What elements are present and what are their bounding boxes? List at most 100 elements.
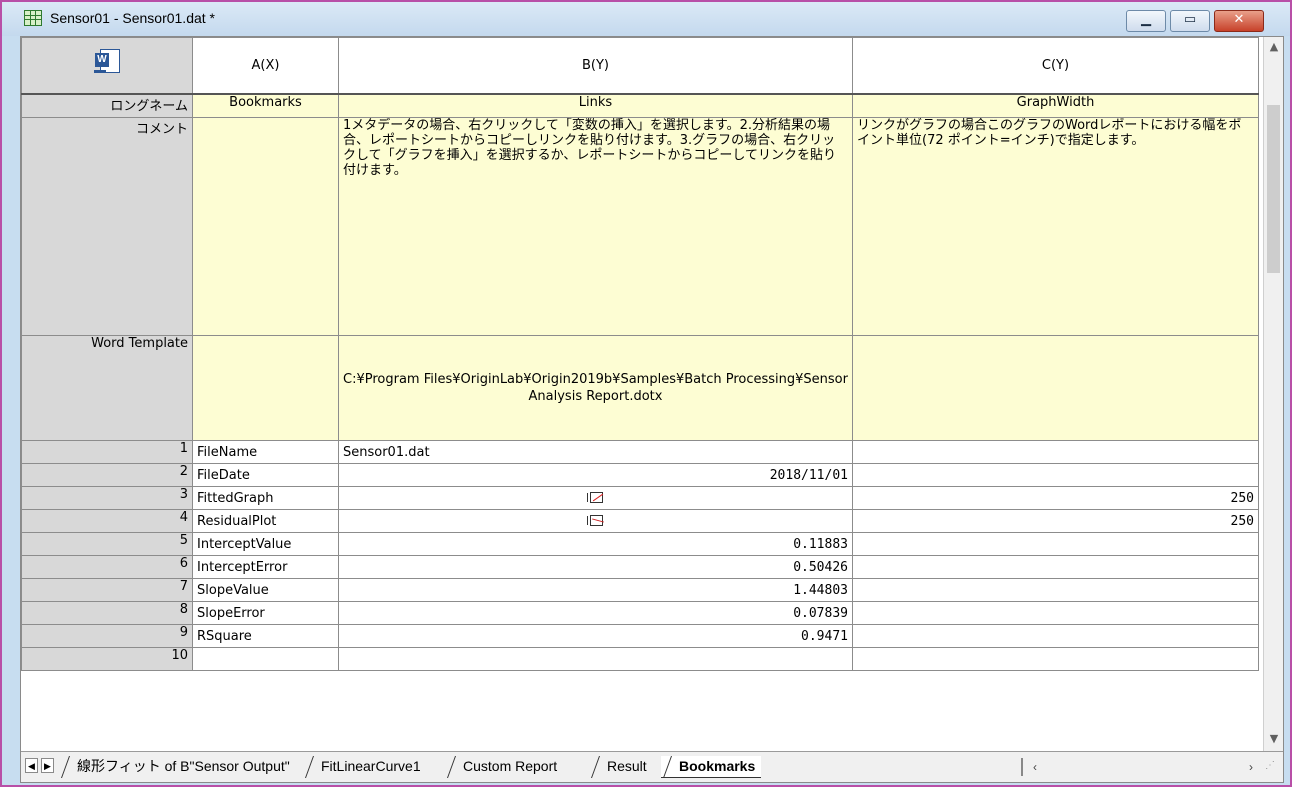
table-row: 6 InterceptError 0.50426 xyxy=(21,555,1259,579)
table-row: 9 RSquare 0.9471 xyxy=(21,624,1259,648)
word-template-a[interactable] xyxy=(192,335,339,441)
cell-b[interactable]: 0.9471 xyxy=(338,624,853,648)
close-icon: ✕ xyxy=(1233,12,1245,27)
tab-result[interactable]: Result xyxy=(589,756,653,778)
row-number[interactable]: 3 xyxy=(21,486,193,510)
tab-label: Bookmarks xyxy=(679,758,756,774)
column-header-a[interactable]: A(X) xyxy=(192,37,339,95)
close-button[interactable]: ✕ xyxy=(1214,10,1264,32)
graph-thumbnail-icon[interactable] xyxy=(586,491,605,505)
cell-a[interactable]: RSquare xyxy=(192,624,339,648)
vertical-scrollbar[interactable]: ▲ ▼ xyxy=(1263,37,1283,751)
table-row: 7 SlopeValue 1.44803 xyxy=(21,578,1259,602)
table-row: 10 xyxy=(21,647,1259,671)
cell-a[interactable]: FileName xyxy=(192,440,339,464)
minimize-icon: ▁ xyxy=(1141,12,1151,27)
workbook-icon xyxy=(24,10,42,26)
tab-label: FitLinearCurve1 xyxy=(321,758,421,774)
cell-a[interactable]: InterceptValue xyxy=(192,532,339,556)
cell-a[interactable]: FittedGraph xyxy=(192,486,339,510)
maximize-icon: ▭ xyxy=(1183,12,1197,27)
column-header-b[interactable]: B(Y) xyxy=(338,37,853,95)
cell-c[interactable]: 250 xyxy=(852,509,1259,533)
cell-a[interactable]: SlopeValue xyxy=(192,578,339,602)
workbook-window: Sensor01 - Sensor01.dat * ▁ ▭ ✕ W A(X) B… xyxy=(0,0,1292,787)
cell-c[interactable] xyxy=(852,647,1259,671)
cell-a[interactable]: ResidualPlot xyxy=(192,509,339,533)
tab-prev-icon[interactable]: ◀ xyxy=(25,758,38,773)
cell-b[interactable] xyxy=(338,647,853,671)
cell-a[interactable]: InterceptError xyxy=(192,555,339,579)
cell-b[interactable]: Sensor01.dat xyxy=(338,440,853,464)
cell-c[interactable] xyxy=(852,601,1259,625)
table-row: 5 InterceptValue 0.11883 xyxy=(21,532,1259,556)
word-template-b[interactable]: C:¥Program Files¥OriginLab¥Origin2019b¥S… xyxy=(338,335,853,441)
scroll-left-icon[interactable]: ‹ xyxy=(1027,758,1043,776)
cell-b[interactable]: 0.50426 xyxy=(338,555,853,579)
row-number[interactable]: 7 xyxy=(21,578,193,602)
cell-b[interactable]: 1.44803 xyxy=(338,578,853,602)
row-label-longname[interactable]: ロングネーム xyxy=(21,93,193,118)
cell-b[interactable] xyxy=(338,509,853,533)
residual-plot-thumbnail-icon[interactable] xyxy=(586,514,605,528)
table-row: 2 FileDate 2018/11/01 xyxy=(21,463,1259,487)
table-row: 8 SlopeError 0.07839 xyxy=(21,601,1259,625)
tab-label: 線形フィット of B"Sensor Output" xyxy=(77,758,290,774)
minimize-button[interactable]: ▁ xyxy=(1126,10,1166,32)
scroll-thumb[interactable] xyxy=(1267,105,1280,273)
tab-fitlinearcurve1[interactable]: FitLinearCurve1 xyxy=(303,756,427,778)
comment-a[interactable] xyxy=(192,117,339,336)
sheet-corner[interactable]: W xyxy=(21,37,193,95)
cell-c[interactable] xyxy=(852,532,1259,556)
cell-c[interactable]: 250 xyxy=(852,486,1259,510)
worksheet-grid: W A(X) B(Y) C(Y) ロングネーム Bookmarks Links … xyxy=(21,37,1259,671)
tab-next-icon[interactable]: ▶ xyxy=(41,758,54,773)
row-label-comment[interactable]: コメント xyxy=(21,117,193,336)
tab-label: Result xyxy=(607,758,647,774)
sheet-tab-bar: ◀ ▶ 線形フィット of B"Sensor Output" FitLinear… xyxy=(21,751,1283,782)
cell-c[interactable] xyxy=(852,578,1259,602)
scroll-right-icon[interactable]: › xyxy=(1243,758,1259,776)
row-number[interactable]: 1 xyxy=(21,440,193,464)
cell-a[interactable]: SlopeError xyxy=(192,601,339,625)
row-number[interactable]: 8 xyxy=(21,601,193,625)
table-row: 4 ResidualPlot 250 xyxy=(21,509,1259,533)
cell-b[interactable] xyxy=(338,486,853,510)
resize-grip-icon[interactable]: ⋰ xyxy=(1265,760,1281,778)
word-template-c[interactable] xyxy=(852,335,1259,441)
tab-linear-fit[interactable]: 線形フィット of B"Sensor Output" xyxy=(59,756,296,778)
row-label-word-template[interactable]: Word Template xyxy=(21,335,193,441)
row-number[interactable]: 9 xyxy=(21,624,193,648)
cell-b[interactable]: 2018/11/01 xyxy=(338,463,853,487)
scroll-down-icon[interactable]: ▼ xyxy=(1266,731,1282,747)
scroll-up-icon[interactable]: ▲ xyxy=(1266,39,1282,55)
word-export-icon[interactable]: W xyxy=(92,48,122,78)
tab-custom-report[interactable]: Custom Report xyxy=(445,756,563,778)
row-number[interactable]: 2 xyxy=(21,463,193,487)
cell-a[interactable]: FileDate xyxy=(192,463,339,487)
longname-a[interactable]: Bookmarks xyxy=(192,93,339,118)
cell-c[interactable] xyxy=(852,463,1259,487)
row-number[interactable]: 5 xyxy=(21,532,193,556)
tab-bookmarks[interactable]: Bookmarks xyxy=(661,756,762,778)
cell-b[interactable]: 0.11883 xyxy=(338,532,853,556)
comment-c[interactable]: リンクがグラフの場合このグラフのWordレポートにおける幅をポイント単位(72 … xyxy=(852,117,1259,336)
worksheet-area: W A(X) B(Y) C(Y) ロングネーム Bookmarks Links … xyxy=(20,36,1284,783)
cell-a[interactable] xyxy=(192,647,339,671)
maximize-button[interactable]: ▭ xyxy=(1170,10,1210,32)
row-number[interactable]: 10 xyxy=(21,647,193,671)
cell-c[interactable] xyxy=(852,624,1259,648)
longname-b[interactable]: Links xyxy=(338,93,853,118)
window-title: Sensor01 - Sensor01.dat * xyxy=(50,10,215,26)
row-number[interactable]: 6 xyxy=(21,555,193,579)
comment-b[interactable]: 1メタデータの場合、右クリックして「変数の挿入」を選択します。2.分析結果の場合… xyxy=(338,117,853,336)
title-bar[interactable]: Sensor01 - Sensor01.dat * ▁ ▭ ✕ xyxy=(2,2,1290,36)
longname-c[interactable]: GraphWidth xyxy=(852,93,1259,118)
column-header-c[interactable]: C(Y) xyxy=(852,37,1259,95)
cell-b[interactable]: 0.07839 xyxy=(338,601,853,625)
cell-c[interactable] xyxy=(852,440,1259,464)
tab-label: Custom Report xyxy=(463,758,558,774)
row-number[interactable]: 4 xyxy=(21,509,193,533)
horizontal-scrollbar[interactable]: ‹ › xyxy=(1021,758,1263,776)
cell-c[interactable] xyxy=(852,555,1259,579)
